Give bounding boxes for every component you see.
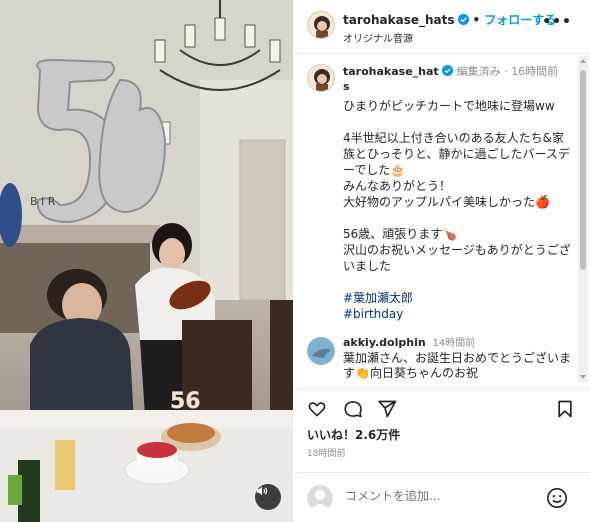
post-panel: tarohakase_hats • フォローする オリジナル音源 ••• tar… xyxy=(293,0,590,522)
default-avatar-icon xyxy=(310,490,330,511)
comment-input[interactable] xyxy=(345,489,535,503)
caption-line: 56歳、頑張ります🍗 xyxy=(343,227,458,241)
caption-username[interactable]: tarohakase_hat xyxy=(343,65,439,78)
caption-line: 沢山のお祝いメッセージもありがとうございました xyxy=(343,243,571,273)
caption-line: ひまりがピッチカートで地味に登場ww xyxy=(343,99,555,113)
post-header: tarohakase_hats • フォローする オリジナル音源 ••• xyxy=(293,0,590,54)
likes-count[interactable]: いいね！2.6万件 xyxy=(307,426,400,443)
photo-scene: B I R 56 xyxy=(0,0,293,522)
audio-label[interactable]: オリジナル音源 xyxy=(343,30,413,45)
current-user-avatar xyxy=(307,485,333,511)
caption-time[interactable]: 16時間前 xyxy=(511,65,558,78)
scroll-up-icon[interactable] xyxy=(580,59,586,63)
caption-text: ひまりがピッチカートで地味に登場ww 4半世紀以上付き合いのある友人たち&家族と… xyxy=(343,98,571,322)
comment-bubble-icon[interactable] xyxy=(343,399,363,419)
caption-line: 大好物のアップルパイ美味しかった🍎 xyxy=(343,195,550,209)
post-media[interactable]: B I R 56 xyxy=(0,0,293,522)
caption-verified-icon xyxy=(442,65,454,76)
hashtag-link[interactable]: #葉加瀬太郎 xyxy=(343,290,571,306)
mute-button[interactable] xyxy=(255,484,281,510)
scroll-thumb[interactable] xyxy=(580,70,586,270)
share-send-icon[interactable] xyxy=(377,399,397,419)
speaker-icon xyxy=(256,486,268,496)
caption-header: tarohakase_hat 編集済み · 16時間前 s xyxy=(343,64,567,94)
header-separator: • xyxy=(472,12,481,27)
comment-text: 葉加瀬さん、お誕生日おめでとうございます👏向日葵ちゃんのお祝 xyxy=(343,351,572,380)
caption-line: 4半世紀以上付き合いのある友人たち&家族とひっそりと、静かに過ごしたバースデーで… xyxy=(343,131,570,177)
like-heart-icon[interactable] xyxy=(307,399,327,419)
header-user-row: tarohakase_hats • フォローする xyxy=(343,11,556,28)
commenter-avatar[interactable] xyxy=(307,337,335,365)
comment-time: 14時間前 xyxy=(432,338,476,349)
commenter-username[interactable]: akkiy.dolphin xyxy=(343,336,426,349)
dolphin-avatar-image xyxy=(308,338,334,364)
more-options-icon[interactable]: ••• xyxy=(542,14,572,30)
hashtag-link[interactable]: #birthday xyxy=(343,306,571,322)
add-comment-bar xyxy=(293,472,590,522)
author-avatar[interactable] xyxy=(307,11,335,39)
verified-badge-icon xyxy=(457,14,469,25)
svg-text:B I R: B I R xyxy=(30,195,56,208)
emoji-icon[interactable] xyxy=(546,487,568,509)
caption-avatar[interactable] xyxy=(307,64,335,92)
scroll-down-icon[interactable] xyxy=(580,375,586,379)
author-avatar-image xyxy=(314,16,330,38)
comment-body: akkiy.dolphin 14時間前 葉加瀬さん、お誕生日おめでとうございます… xyxy=(343,335,571,381)
candle-number: 56 xyxy=(170,389,201,414)
post-time: 18時間前 xyxy=(307,449,346,459)
author-username[interactable]: tarohakase_hats xyxy=(343,13,455,27)
caption-avatar-image xyxy=(314,69,330,91)
caption-edited: 編集済み xyxy=(456,65,501,78)
comments-area[interactable]: tarohakase_hat 編集済み · 16時間前 s ひまりがピッチカート… xyxy=(293,55,590,385)
caption-username-tail: s xyxy=(343,80,350,93)
action-bar xyxy=(293,388,590,424)
comments-scrollbar[interactable] xyxy=(578,56,588,382)
save-bookmark-icon[interactable] xyxy=(555,399,575,419)
caption-line: みんなありがとう！ xyxy=(343,179,452,193)
